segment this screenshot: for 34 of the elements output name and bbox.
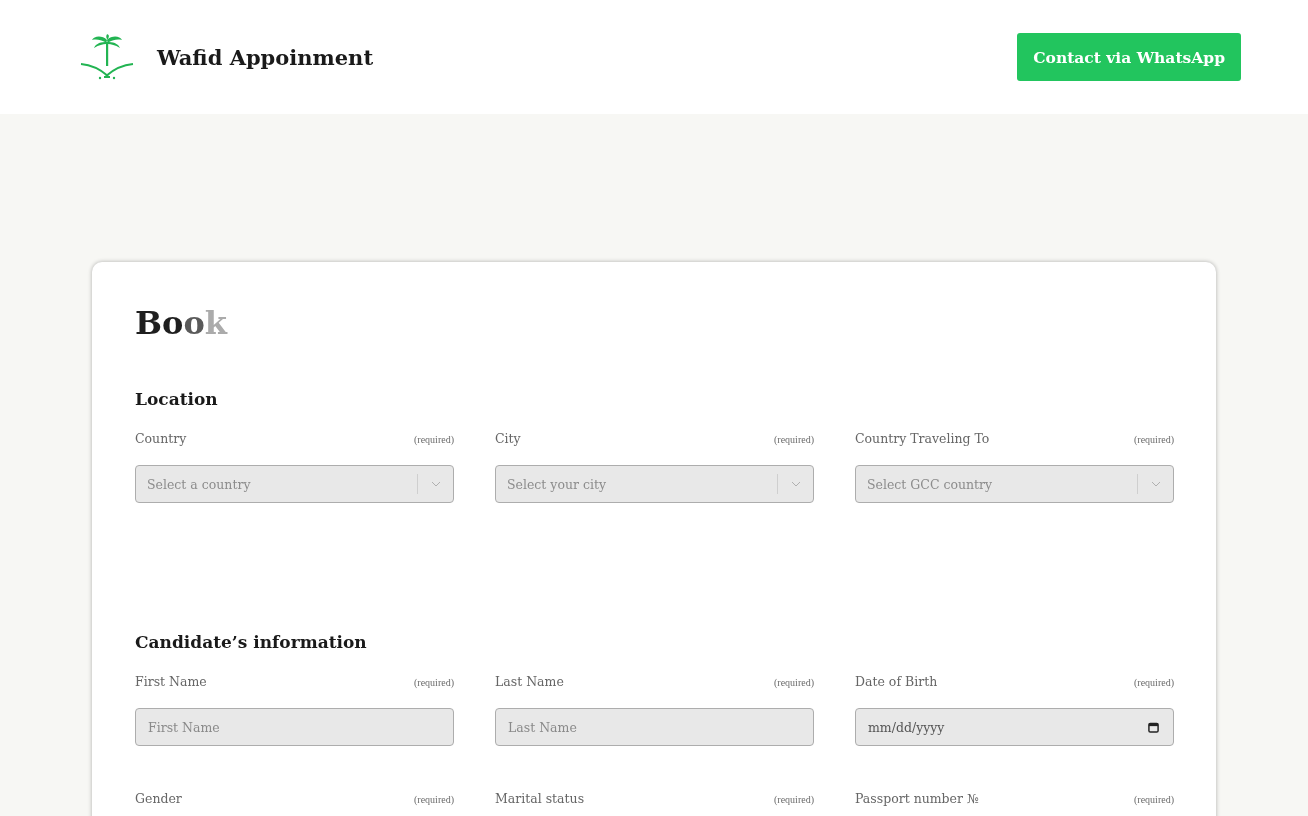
section-heading: Candidate’s information [135, 631, 367, 654]
chevron-down-icon [791, 481, 801, 488]
required-note: (required) [774, 677, 814, 689]
chevron-down-icon [431, 481, 441, 488]
contact-button[interactable]: Contact via WhatsApp [1017, 33, 1241, 81]
required-note: (required) [1134, 794, 1174, 806]
calendar-icon [1148, 721, 1159, 733]
required-note: (required) [774, 434, 814, 446]
select-field[interactable]: Select a country [135, 465, 454, 504]
field-label: Last Name [495, 673, 564, 691]
field-label: Date of Birth [855, 673, 938, 691]
field-label: Gender [135, 790, 182, 808]
select-field[interactable]: Select GCC country [855, 465, 1174, 504]
select-field[interactable]: Select your city [495, 465, 814, 504]
chevron-down-icon [1151, 481, 1161, 488]
field-label: First Name [135, 673, 207, 691]
required-note: (required) [414, 677, 454, 689]
field-label: Passport number № [855, 790, 979, 808]
required-note: (required) [774, 794, 814, 806]
field-label: Marital status [495, 790, 585, 808]
brand-name: Wafid Appoinment [157, 44, 374, 70]
text-field[interactable]: Last Name [495, 708, 814, 747]
field-label: Country [135, 430, 187, 448]
text-field[interactable]: First Name [135, 708, 454, 747]
page-title: Book [135, 304, 227, 343]
required-note: (required) [1134, 434, 1174, 446]
date-field[interactable]: mm/dd/yyyy [855, 708, 1174, 747]
required-note: (required) [414, 794, 454, 806]
field-label: Country Traveling To [855, 430, 990, 448]
section-heading: Location [135, 388, 218, 411]
required-note: (required) [414, 434, 454, 446]
required-note: (required) [1134, 677, 1174, 689]
palm-tree-icon [80, 34, 134, 80]
field-label: City [495, 430, 521, 448]
